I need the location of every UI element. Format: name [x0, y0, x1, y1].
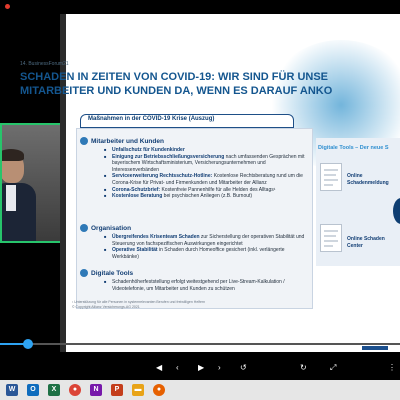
- organisation-icon: [80, 224, 88, 232]
- taskbar-icon-chrome[interactable]: ●: [69, 384, 81, 396]
- recording-indicator-icon: [5, 4, 10, 9]
- digital-tools-title: Digitale Tools – Der neue S: [318, 145, 389, 151]
- progress-thumb[interactable]: [23, 339, 33, 349]
- schadenmeldung-thumbnail: [320, 163, 342, 191]
- presenter-shirt: [6, 185, 16, 211]
- schaden-center-thumbnail: [320, 224, 342, 252]
- previous-slide-button[interactable]: ◀: [156, 364, 162, 372]
- slide-forward-button[interactable]: ›: [218, 364, 221, 372]
- list-item: Kostenlose Beratung bei psychischen Anli…: [104, 193, 312, 200]
- top-strip: [0, 0, 400, 14]
- skip-forward-button[interactable]: ↻: [300, 364, 307, 372]
- taskbar-icon-onenote[interactable]: N: [90, 384, 102, 396]
- slide-footnote: ¹ Unterstützung für alle Personen in sys…: [72, 300, 205, 310]
- presenter-video[interactable]: [0, 123, 62, 243]
- staff-bullets: Unfallschutz für Kundenkinder Einigung z…: [104, 147, 312, 200]
- section-heading-organisation: Organisation: [91, 225, 132, 232]
- more-options-button[interactable]: ⋮: [388, 364, 396, 372]
- presenter-hair: [2, 149, 24, 161]
- bullet-text: Kostenfreie Pannenhilfe für alle Helden …: [160, 186, 276, 193]
- organisation-bullets: Übergreifendes Krisenteam Schaden zur Si…: [104, 234, 312, 260]
- tool-label-online-schadenmeldung: Online Schadenmeldung: [347, 173, 389, 186]
- list-item: Unfallschutz für Kundenkinder: [104, 147, 312, 154]
- bullet-highlight: Kostenlose Beratung: [112, 193, 163, 200]
- people-icon: [80, 137, 88, 145]
- list-item: Serviceerweiterung Rechtsschutz-Hotline:…: [104, 173, 312, 186]
- slide-back-button[interactable]: ‹: [176, 364, 179, 372]
- section-heading-digital: Digitale Tools: [91, 270, 134, 277]
- list-item: Corona-Schutzbrief: Kostenfreie Pannenhi…: [104, 187, 312, 194]
- bullet-highlight: Operative Stabilität: [112, 247, 158, 254]
- copyright-line: © Copyright Allianz Versicherungs-AG 202…: [72, 305, 140, 309]
- allianz-logo: [362, 346, 388, 350]
- taskbar: [0, 380, 400, 400]
- list-item: Einigung zur Betriebsschließungsversiche…: [104, 154, 312, 174]
- measures-header: Maßnahmen in der COVID-19 Krise (Auszug): [88, 116, 215, 122]
- tool-label-online-schaden-center: Online Schaden Center: [347, 236, 385, 249]
- bullet-highlight: Unfallschutz für Kundenkinder: [112, 147, 185, 153]
- slide-title: SCHADEN IN ZEITEN VON COVID-19: WIR SIND…: [20, 70, 400, 98]
- skip-back-button[interactable]: ↺: [240, 364, 247, 372]
- tool-label-line: Schadenmeldung: [347, 179, 389, 186]
- section-heading-staff: Mitarbeiter und Kunden: [91, 138, 164, 145]
- slide-title-line-2: MITARBEITER UND KUNDEN DA, WENN ES DARAU…: [20, 85, 333, 97]
- bullet-highlight: Corona-Schutzbrief:: [112, 186, 161, 193]
- taskbar-icon-powerpoint[interactable]: P: [111, 384, 123, 396]
- bullet-text: bei psychischen Anliegen (z.B. Burnout): [162, 193, 253, 200]
- taskbar-icon-outlook[interactable]: O: [27, 384, 39, 396]
- tool-label-line: Center: [347, 242, 363, 249]
- next-slide-button[interactable]: ▶: [198, 364, 204, 372]
- event-label: 14. BusinessForum21: [20, 61, 69, 67]
- slide-title-line-1: SCHADEN IN ZEITEN VON COVID-19: WIR SIND…: [20, 71, 329, 83]
- digital-bullets: Schadenhöherfeststellung erfolgt weitest…: [104, 279, 312, 292]
- taskbar-icon-explorer[interactable]: ▬: [132, 384, 144, 396]
- bullet-highlight: Einigung zur Betriebsschließungsversiche…: [112, 153, 225, 160]
- taskbar-icon-firefox[interactable]: ●: [153, 384, 165, 396]
- bullet-text: Schadenhöherfeststellung erfolgt weitest…: [112, 279, 285, 292]
- bullet-highlight: Übergreifendes Krisenteam Schaden: [112, 234, 200, 240]
- tool-label-line: Online Schaden: [347, 236, 385, 242]
- fullscreen-button[interactable]: ⤢: [330, 364, 336, 372]
- progress-track[interactable]: [0, 343, 400, 345]
- list-item: Operative Stabilität in Schaden durch Ho…: [104, 247, 312, 260]
- bullet-highlight: Serviceerweiterung Rechtsschutz-Hotline:: [112, 173, 213, 180]
- taskbar-icon-word[interactable]: W: [6, 384, 18, 396]
- taskbar-icon-excel[interactable]: X: [48, 384, 60, 396]
- list-item: Schadenhöherfeststellung erfolgt weitest…: [104, 279, 312, 292]
- digital-tools-icon: [80, 269, 88, 277]
- list-item: Übergreifendes Krisenteam Schaden zur Si…: [104, 234, 312, 247]
